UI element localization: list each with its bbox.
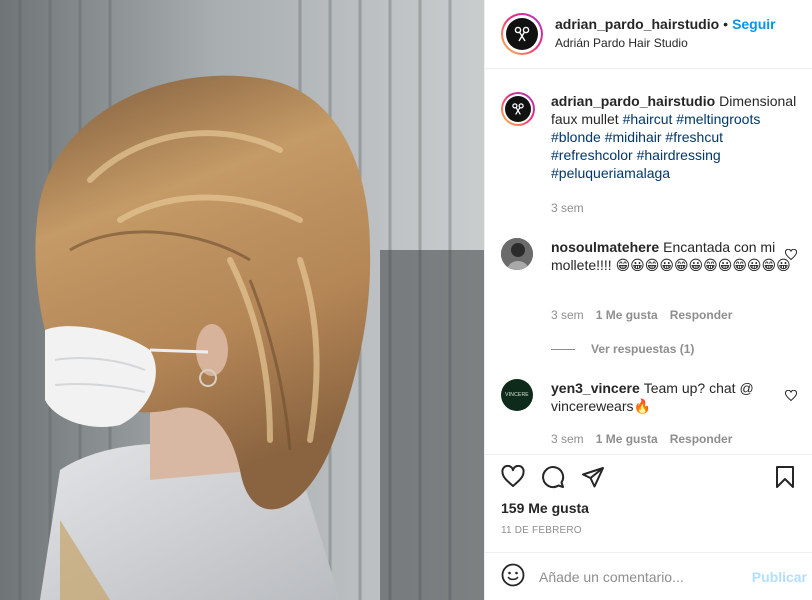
post-photo[interactable] [0, 0, 484, 600]
like-comment-heart-icon[interactable] [784, 248, 798, 264]
caption-username[interactable]: adrian_pardo_hairstudio [551, 93, 715, 109]
post-date[interactable]: 11 DE FEBRERO [501, 525, 582, 536]
reply-button[interactable]: Responder [670, 308, 733, 322]
likes-count[interactable]: 159 Me gusta [501, 500, 589, 516]
follow-button[interactable]: Seguir [732, 16, 776, 32]
caption-avatar[interactable] [501, 92, 535, 126]
avatar-logo-text: VINCERE [505, 392, 529, 398]
author-location[interactable]: Adrián Pardo Hair Studio [555, 34, 776, 53]
separator-dot: • [723, 16, 729, 32]
caption-time[interactable]: 3 sem [551, 201, 584, 215]
hashtag-link[interactable]: #midihair [605, 129, 662, 145]
view-replies-label: Ver respuestas (1) [591, 342, 695, 356]
commenter-avatar[interactable]: VINCERE [501, 379, 533, 411]
author-username[interactable]: adrian_pardo_hairstudio [555, 16, 719, 32]
comments-list[interactable]: adrian_pardo_hairstudio Dimensional faux … [485, 70, 812, 454]
comment-input[interactable] [539, 568, 739, 585]
comment-meta: 3 sem 1 Me gusta Responder [551, 432, 732, 446]
caption-text: adrian_pardo_hairstudio Dimensional faux … [551, 92, 796, 182]
comment-text: nosoulmatehere Encantada con mi mollete!!… [551, 238, 791, 274]
author-avatar[interactable] [501, 13, 543, 55]
hashtag-link[interactable]: #hairdressing [637, 147, 721, 163]
comment-likes[interactable]: 1 Me gusta [596, 432, 658, 446]
scissors-logo-icon [505, 96, 531, 122]
post-header: adrian_pardo_hairstudio • Seguir Adrián Pa… [485, 0, 812, 69]
emoji-icon[interactable] [501, 563, 525, 590]
comment-meta: 3 sem 1 Me gusta Responder [551, 308, 732, 322]
hair-photo-illustration [0, 0, 484, 600]
share-icon[interactable] [581, 465, 605, 492]
commenter-avatar[interactable] [501, 238, 533, 270]
comment-time[interactable]: 3 sem [551, 432, 584, 446]
replies-divider [551, 348, 575, 350]
hashtag-link[interactable]: #haircut [623, 111, 673, 127]
action-icons [501, 464, 797, 492]
bookmark-icon[interactable] [773, 465, 797, 492]
scissors-logo-icon [506, 18, 538, 50]
hashtag-link[interactable]: #blonde [551, 129, 601, 145]
commenter-username[interactable]: nosoulmatehere [551, 239, 659, 255]
comment-icon[interactable] [541, 465, 565, 492]
hashtag-link[interactable]: #freshcut [665, 129, 723, 145]
comment-time[interactable]: 3 sem [551, 308, 584, 322]
heart-icon[interactable] [501, 464, 525, 492]
comment-composer: Publicar [485, 552, 812, 600]
publish-button[interactable]: Publicar [752, 569, 807, 585]
commenter-username[interactable]: yen3_vincere [551, 380, 640, 396]
comment-text: yen3_vincere Team up? chat @ vincerewears… [551, 379, 791, 415]
reply-button[interactable]: Responder [670, 432, 733, 446]
caption-meta: 3 sem [551, 201, 584, 215]
comment-row: nosoulmatehere Encantada con mi mollete!!… [501, 238, 801, 274]
hashtag-link[interactable]: #meltingroots [676, 111, 760, 127]
comment-likes[interactable]: 1 Me gusta [596, 308, 658, 322]
comment-row: VINCERE yen3_vincere Team up? chat @ vinc… [501, 379, 801, 415]
view-replies-button[interactable]: Ver respuestas (1) [551, 342, 694, 356]
post-dialog: adrian_pardo_hairstudio • Seguir Adrián Pa… [0, 0, 812, 600]
hashtag-link[interactable]: #peluqueriamalaga [551, 165, 670, 181]
hashtag-link[interactable]: #refreshcolor [551, 147, 633, 163]
like-comment-heart-icon[interactable] [784, 389, 798, 405]
caption-row: adrian_pardo_hairstudio Dimensional faux … [501, 92, 801, 182]
post-side-panel: adrian_pardo_hairstudio • Seguir Adrián Pa… [484, 0, 812, 600]
